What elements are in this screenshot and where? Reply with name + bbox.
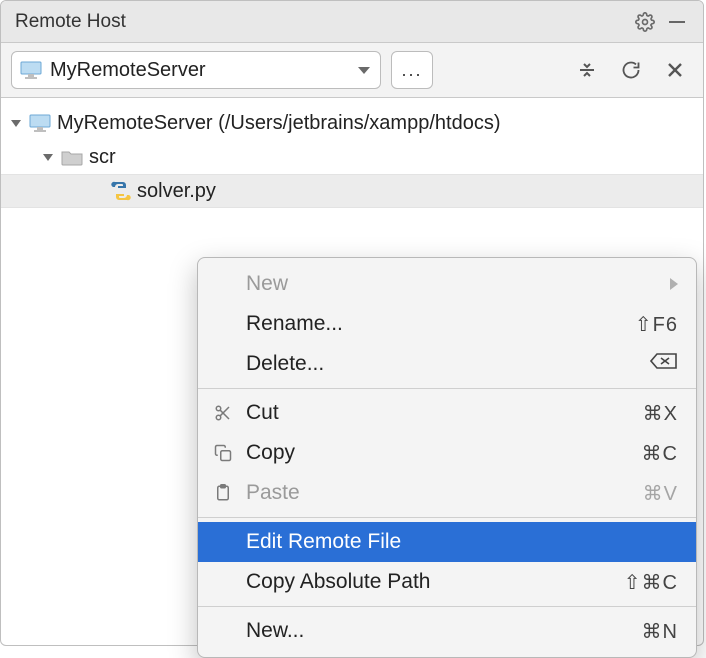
panel-toolbar: MyRemoteServer ... [1,43,703,98]
menu-separator [198,517,696,518]
menu-shortcut: ⌘C [642,441,678,466]
tree-file-label: solver.py [137,180,216,203]
clipboard-icon [210,484,236,502]
chevron-down-icon[interactable] [9,116,23,130]
panel-titlebar: Remote Host [1,1,703,43]
chevron-right-icon [670,278,678,290]
tree-root-label: MyRemoteServer (/Users/jetbrains/xampp/h… [57,112,500,135]
chevron-down-icon [358,67,370,74]
refresh-icon[interactable] [617,56,645,84]
menu-label: Delete... [246,352,324,376]
server-icon [20,61,42,79]
menu-new-file[interactable]: New... ⌘N [198,611,696,651]
menu-label: Copy Absolute Path [246,570,430,594]
scissors-icon [210,404,236,422]
folder-icon [61,148,83,166]
collapse-icon[interactable] [573,56,601,84]
gear-icon[interactable] [629,6,661,38]
server-dropdown-label: MyRemoteServer [50,59,350,82]
menu-label: New [246,272,288,296]
panel-title: Remote Host [15,11,629,33]
menu-shortcut: ⌘N [642,619,678,644]
menu-label: New... [246,619,304,643]
menu-edit-remote-file[interactable]: Edit Remote File [198,522,696,562]
menu-label: Rename... [246,312,343,336]
ellipsis-icon: ... [401,60,422,81]
menu-label: Edit Remote File [246,530,401,554]
file-tree: MyRemoteServer (/Users/jetbrains/xampp/h… [1,98,703,208]
menu-shortcut: ⌘V [643,481,678,506]
menu-delete[interactable]: Delete... [198,344,696,384]
chevron-down-icon[interactable] [41,150,55,164]
menu-new[interactable]: New [198,264,696,304]
tree-folder[interactable]: scr [1,140,703,174]
menu-rename[interactable]: Rename... ⇧F6 [198,304,696,344]
menu-shortcut: ⌘X [643,401,678,426]
menu-cut[interactable]: Cut ⌘X [198,393,696,433]
server-dropdown[interactable]: MyRemoteServer [11,51,381,89]
tree-folder-label: scr [89,146,116,169]
tree-root[interactable]: MyRemoteServer (/Users/jetbrains/xampp/h… [1,106,703,140]
menu-label: Copy [246,441,295,465]
copy-icon [210,444,236,462]
toolbar-actions [573,56,693,84]
browse-button[interactable]: ... [391,51,433,89]
remote-host-panel: Remote Host MyRemoteServer ... [0,0,704,646]
menu-paste[interactable]: Paste ⌘V [198,473,696,513]
menu-shortcut: ⇧⌘C [624,570,678,595]
server-icon [29,114,51,132]
menu-copy[interactable]: Copy ⌘C [198,433,696,473]
menu-label: Cut [246,401,279,425]
delete-key-icon [650,352,678,376]
close-icon[interactable] [661,56,689,84]
menu-separator [198,606,696,607]
python-file-icon [111,181,131,201]
menu-shortcut: ⇧F6 [635,312,678,337]
minimize-icon[interactable] [661,6,693,38]
menu-separator [198,388,696,389]
context-menu: New Rename... ⇧F6 Delete... [197,257,697,658]
menu-label: Paste [246,481,300,505]
menu-copy-absolute-path[interactable]: Copy Absolute Path ⇧⌘C [198,562,696,602]
tree-file[interactable]: solver.py [1,174,703,208]
